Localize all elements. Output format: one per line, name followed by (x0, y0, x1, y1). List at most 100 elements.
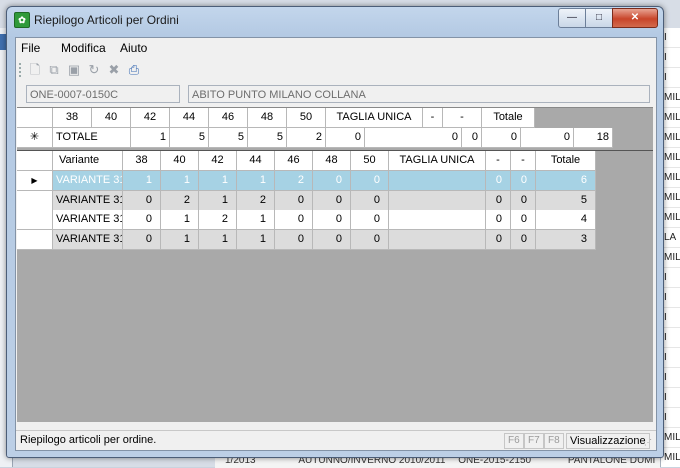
variant-cell: 5 (536, 190, 596, 211)
variant-cell: 3 (536, 229, 596, 250)
delete-icon[interactable]: ✖ (106, 62, 122, 78)
variant-name: VARIANTE 318 (53, 229, 123, 250)
detail-column-header[interactable]: Variante (53, 151, 123, 171)
totals-cell: 1 (131, 128, 170, 148)
variant-cell: 0 (486, 171, 511, 191)
resize-grip-icon[interactable]: ⋰ (644, 438, 654, 448)
variant-cell: 0 (351, 190, 389, 211)
menu-aiuto[interactable]: Aiuto (120, 41, 147, 55)
menu-modifica[interactable]: Modifica (61, 41, 106, 55)
totals-column-header: 48 (248, 108, 287, 128)
refresh-icon[interactable]: ↻ (86, 62, 102, 78)
copy-icon[interactable]: ⧉ (46, 62, 62, 78)
variant-cell: 2 (237, 190, 275, 211)
row-selector[interactable] (17, 210, 53, 230)
table-row[interactable]: ▶VARIANTE 3121111200006 (17, 171, 596, 191)
detail-column-header[interactable]: - (486, 151, 511, 171)
totals-column-header: 38 (53, 108, 92, 128)
variant-cell: 2 (161, 190, 199, 211)
totals-cell: 0 (365, 128, 462, 148)
variant-cell: 0 (275, 190, 313, 211)
totals-cell: 0 (326, 128, 365, 148)
totals-cell: 2 (287, 128, 326, 148)
row-selector[interactable] (17, 190, 53, 211)
totals-row-label: TOTALE (53, 128, 131, 148)
totals-column-header: TAGLIA UNICA (326, 108, 423, 128)
variant-cell: 0 (511, 171, 536, 191)
variant-cell: 0 (123, 229, 161, 250)
variant-cell: 0 (313, 190, 351, 211)
variant-cell: 0 (123, 190, 161, 211)
detail-column-header[interactable]: 42 (199, 151, 237, 171)
variant-cell: 0 (511, 190, 536, 211)
variant-cell: 0 (486, 229, 511, 250)
variant-cell: 0 (351, 171, 389, 191)
row-header-corner (17, 151, 53, 171)
status-bar: Riepilogo articoli per ordine. F6 F7 F8 … (16, 430, 656, 450)
totals-cell: 0 (521, 128, 574, 148)
detail-column-header[interactable]: - (511, 151, 536, 171)
detail-column-header[interactable]: Totale (536, 151, 596, 171)
detail-grid: Variante 38 40 42 44 46 48 50 TAGLIA UNICA - - Tota… (17, 151, 653, 422)
variant-cell (389, 210, 486, 230)
variant-cell: 0 (275, 229, 313, 250)
variant-name: VARIANTE 313 (53, 190, 123, 211)
variant-cell: 1 (237, 171, 275, 191)
variant-cell (389, 171, 486, 191)
totals-column-header: 46 (209, 108, 248, 128)
f8-key[interactable]: F8 (544, 433, 564, 449)
article-code-field[interactable]: ONE-0007-0150C (26, 85, 180, 103)
variant-cell: 0 (313, 210, 351, 230)
variant-cell: 0 (486, 210, 511, 230)
totals-cell: 5 (170, 128, 209, 148)
table-row[interactable]: VARIANTE 3180111000003 (17, 229, 596, 250)
mode-indicator: Visualizzazione (566, 433, 650, 449)
detail-header-row: Variante 38 40 42 44 46 48 50 TAGLIA UNICA - - Tota… (17, 151, 596, 171)
minimize-button[interactable]: — (558, 8, 586, 28)
variant-cell: 2 (275, 171, 313, 191)
detail-column-header[interactable]: 48 (313, 151, 351, 171)
variant-cell: 0 (511, 210, 536, 230)
detail-column-header[interactable]: TAGLIA UNICA (389, 151, 486, 171)
variant-cell: 0 (351, 229, 389, 250)
totals-cell: 0 (482, 128, 521, 148)
totals-column-header: 42 (131, 108, 170, 128)
totals-cell: 18 (574, 128, 613, 148)
table-row[interactable]: VARIANTE 3170121000004 (17, 210, 596, 230)
totals-column-header: 50 (287, 108, 326, 128)
variant-cell: 0 (275, 210, 313, 230)
new-document-icon[interactable]: 🗋 (27, 62, 43, 78)
variant-cell: 0 (313, 171, 351, 191)
f6-key[interactable]: F6 (504, 433, 524, 449)
current-row-arrow-icon[interactable]: ▶ (17, 171, 53, 191)
close-button[interactable]: ✕ (612, 8, 658, 28)
print-icon[interactable]: ⎙ (126, 62, 142, 78)
f7-key[interactable]: F7 (524, 433, 544, 449)
detail-column-header[interactable]: 40 (161, 151, 199, 171)
detail-column-header[interactable]: 50 (351, 151, 389, 171)
variant-cell: 1 (199, 229, 237, 250)
detail-column-header[interactable]: 38 (123, 151, 161, 171)
totals-cell: 0 (462, 128, 482, 148)
main-window: ✿ Riepilogo Articoli per Ordini — □ ✕ Fi… (6, 6, 664, 458)
variant-cell: 6 (536, 171, 596, 191)
save-icon[interactable]: ▣ (66, 62, 82, 78)
totals-column-header: 40 (92, 108, 131, 128)
status-text: Riepilogo articoli per ordine. (20, 434, 157, 446)
article-description-field[interactable]: ABITO PUNTO MILANO COLLANA (188, 85, 650, 103)
variant-cell: 1 (161, 210, 199, 230)
menu-file[interactable]: File (21, 41, 40, 55)
totals-column-header (17, 108, 53, 128)
row-selector[interactable] (17, 229, 53, 250)
detail-column-header[interactable]: 44 (237, 151, 275, 171)
detail-column-header[interactable]: 46 (275, 151, 313, 171)
totals-column-header: Totale (482, 108, 535, 128)
variant-cell: 1 (199, 171, 237, 191)
variant-cell (389, 229, 486, 250)
variant-cell: 1 (161, 229, 199, 250)
table-row[interactable]: VARIANTE 3130212000005 (17, 190, 596, 211)
title-bar[interactable]: ✿ Riepilogo Articoli per Ordini — □ ✕ (7, 7, 663, 33)
maximize-button[interactable]: □ (585, 8, 613, 28)
window-controls: — □ ✕ (558, 8, 658, 28)
variant-cell: 1 (199, 190, 237, 211)
